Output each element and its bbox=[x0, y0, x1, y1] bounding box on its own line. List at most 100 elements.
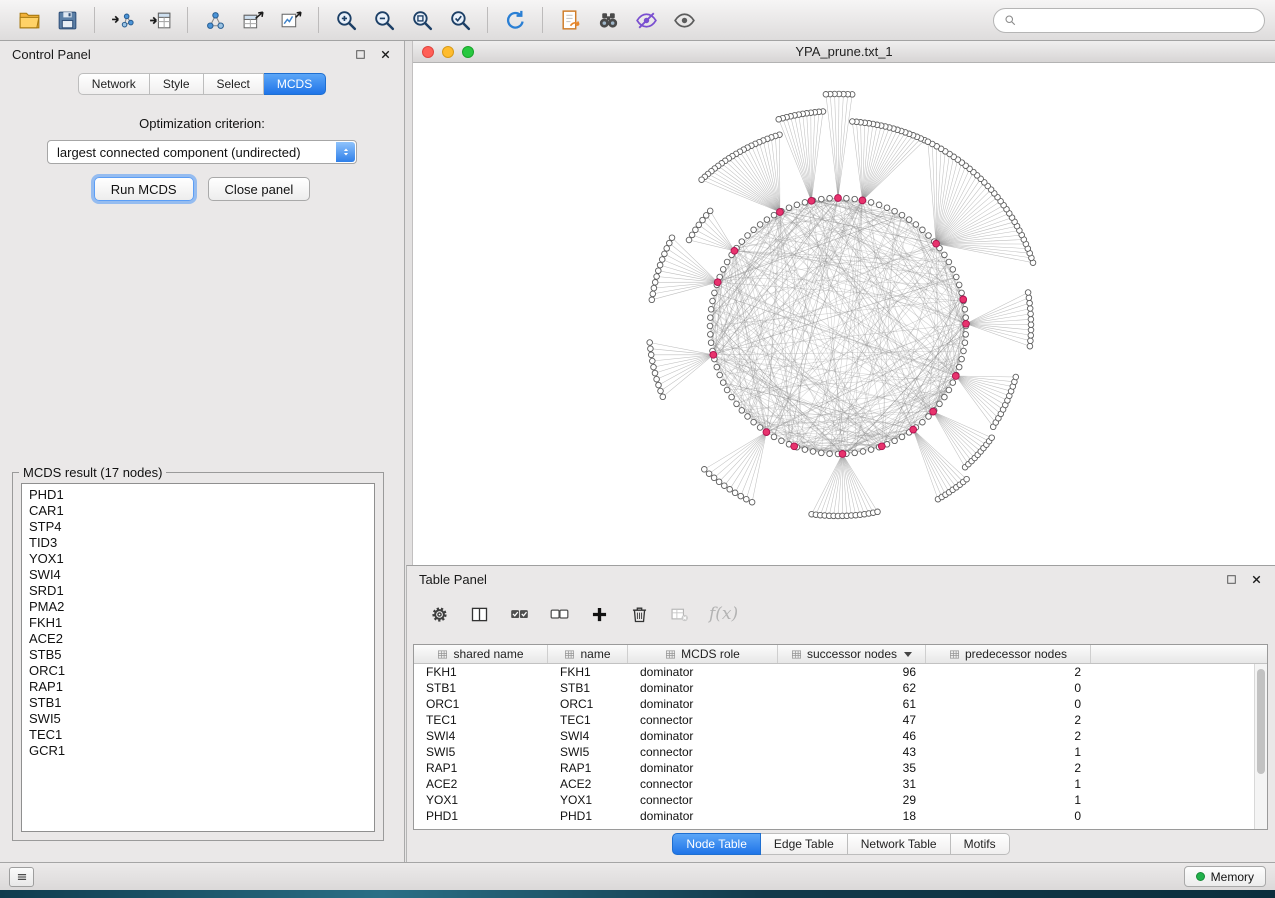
result-item[interactable]: PHD1 bbox=[29, 487, 374, 503]
save-icon bbox=[55, 8, 80, 33]
column-header-role[interactable]: MCDS role bbox=[628, 645, 778, 663]
result-item[interactable]: TEC1 bbox=[29, 727, 374, 743]
tab-node-table[interactable]: Node Table bbox=[672, 833, 761, 855]
table-row[interactable]: SWI4SWI4dominator462 bbox=[414, 728, 1267, 744]
tab-style[interactable]: Style bbox=[150, 73, 204, 95]
function-builder-button[interactable]: f(x) bbox=[709, 604, 738, 624]
search-input[interactable] bbox=[1023, 13, 1255, 28]
result-item[interactable]: SWI5 bbox=[29, 711, 374, 727]
network-canvas[interactable] bbox=[413, 63, 1275, 565]
tab-mcds[interactable]: MCDS bbox=[264, 73, 326, 95]
table-row[interactable]: ORC1ORC1dominator610 bbox=[414, 696, 1267, 712]
result-item[interactable]: SWI4 bbox=[29, 567, 374, 583]
memory-button[interactable]: Memory bbox=[1184, 866, 1266, 887]
mcds-result-list[interactable]: PHD1CAR1STP4TID3YOX1SWI4SRD1PMA2FKH1ACE2… bbox=[21, 483, 375, 832]
result-item[interactable]: CAR1 bbox=[29, 503, 374, 519]
vertical-splitter[interactable] bbox=[405, 41, 413, 565]
share-document-button[interactable] bbox=[552, 4, 588, 36]
zoom-in-button[interactable] bbox=[328, 4, 364, 36]
search-box[interactable] bbox=[993, 8, 1265, 33]
show-details-button[interactable] bbox=[666, 4, 702, 36]
result-item[interactable]: RAP1 bbox=[29, 679, 374, 695]
zoom-fit-button[interactable] bbox=[404, 4, 440, 36]
result-item[interactable]: STB5 bbox=[29, 647, 374, 663]
table-row[interactable]: STB1STB1dominator620 bbox=[414, 680, 1267, 696]
unselect-all-button[interactable] bbox=[549, 604, 570, 625]
cell-predecessors: 2 bbox=[926, 712, 1091, 728]
column-label: predecessor nodes bbox=[965, 647, 1067, 661]
result-item[interactable]: STP4 bbox=[29, 519, 374, 535]
cell-successors: 31 bbox=[778, 776, 926, 792]
result-item[interactable]: ORC1 bbox=[29, 663, 374, 679]
cell-name: ACE2 bbox=[548, 776, 628, 792]
table-scrollbar-thumb[interactable] bbox=[1257, 669, 1265, 774]
column-label: shared name bbox=[453, 647, 523, 661]
table-row[interactable]: YOX1YOX1connector291 bbox=[414, 792, 1267, 808]
result-item[interactable]: GCR1 bbox=[29, 743, 374, 759]
delete-button[interactable] bbox=[629, 604, 650, 625]
task-history-button[interactable] bbox=[9, 867, 34, 887]
hide-details-button[interactable] bbox=[628, 4, 664, 36]
gear-button[interactable] bbox=[429, 604, 450, 625]
zoom-out-button[interactable] bbox=[366, 4, 402, 36]
table-row[interactable]: RAP1RAP1dominator352 bbox=[414, 760, 1267, 776]
add-row-button[interactable] bbox=[589, 604, 610, 625]
import-table-button[interactable] bbox=[142, 4, 178, 36]
table-row[interactable]: SWI5SWI5connector431 bbox=[414, 744, 1267, 760]
open-folder-button[interactable] bbox=[11, 4, 47, 36]
table-row[interactable]: FKH1FKH1dominator962 bbox=[414, 664, 1267, 680]
tab-select[interactable]: Select bbox=[204, 73, 264, 95]
result-item[interactable]: YOX1 bbox=[29, 551, 374, 567]
result-item[interactable]: PMA2 bbox=[29, 599, 374, 615]
table-row[interactable]: PHD1PHD1dominator180 bbox=[414, 808, 1267, 824]
refresh-button[interactable] bbox=[497, 4, 533, 36]
delete-table-button[interactable] bbox=[669, 604, 690, 625]
column-header-predecessors[interactable]: predecessor nodes bbox=[926, 645, 1091, 663]
cell-name: FKH1 bbox=[548, 664, 628, 680]
float-table-panel-icon[interactable] bbox=[1224, 572, 1238, 586]
refresh-icon bbox=[503, 8, 528, 33]
tab-network[interactable]: Network bbox=[78, 73, 150, 95]
window-zoom-button[interactable] bbox=[462, 46, 474, 58]
result-item[interactable]: FKH1 bbox=[29, 615, 374, 631]
grid-sort-icon bbox=[665, 649, 676, 660]
result-item[interactable]: SRD1 bbox=[29, 583, 374, 599]
cell-successors: 47 bbox=[778, 712, 926, 728]
tab-network-table[interactable]: Network Table bbox=[848, 833, 951, 855]
cell-role: dominator bbox=[628, 680, 778, 696]
table-scrollbar[interactable] bbox=[1254, 664, 1267, 829]
export-image-button[interactable] bbox=[273, 4, 309, 36]
column-header-successors[interactable]: successor nodes bbox=[778, 645, 926, 663]
node-table: shared name nameMCDS rolesuccessor nodes p… bbox=[413, 644, 1268, 830]
result-item[interactable]: STB1 bbox=[29, 695, 374, 711]
network-titlebar: YPA_prune.txt_1 bbox=[413, 41, 1275, 63]
zoom-selected-button[interactable] bbox=[442, 4, 478, 36]
new-network-icon bbox=[203, 8, 228, 33]
result-item[interactable]: ACE2 bbox=[29, 631, 374, 647]
column-button[interactable] bbox=[469, 604, 490, 625]
import-network-button[interactable] bbox=[104, 4, 140, 36]
column-header-name[interactable]: name bbox=[548, 645, 628, 663]
float-panel-icon[interactable] bbox=[353, 47, 367, 61]
cell-successors: 35 bbox=[778, 760, 926, 776]
window-minimize-button[interactable] bbox=[442, 46, 454, 58]
save-button[interactable] bbox=[49, 4, 85, 36]
window-close-button[interactable] bbox=[422, 46, 434, 58]
cell-predecessors: 2 bbox=[926, 760, 1091, 776]
run-mcds-button[interactable]: Run MCDS bbox=[94, 177, 194, 201]
close-table-panel-icon[interactable] bbox=[1249, 572, 1263, 586]
tab-edge-table[interactable]: Edge Table bbox=[761, 833, 848, 855]
close-panel-button[interactable]: Close panel bbox=[208, 177, 311, 201]
result-item[interactable]: TID3 bbox=[29, 535, 374, 551]
new-network-button[interactable] bbox=[197, 4, 233, 36]
table-row[interactable]: ACE2ACE2connector311 bbox=[414, 776, 1267, 792]
export-table-button[interactable] bbox=[235, 4, 271, 36]
binoculars-button[interactable] bbox=[590, 4, 626, 36]
optimization-dropdown[interactable]: largest connected component (undirected) bbox=[47, 140, 357, 164]
table-toolbar: f(x) bbox=[407, 594, 1275, 634]
select-all-button[interactable] bbox=[509, 604, 530, 625]
tab-motifs[interactable]: Motifs bbox=[951, 833, 1010, 855]
table-row[interactable]: TEC1TEC1connector472 bbox=[414, 712, 1267, 728]
close-panel-icon[interactable] bbox=[378, 47, 392, 61]
column-header-shared_name[interactable]: shared name bbox=[414, 645, 548, 663]
